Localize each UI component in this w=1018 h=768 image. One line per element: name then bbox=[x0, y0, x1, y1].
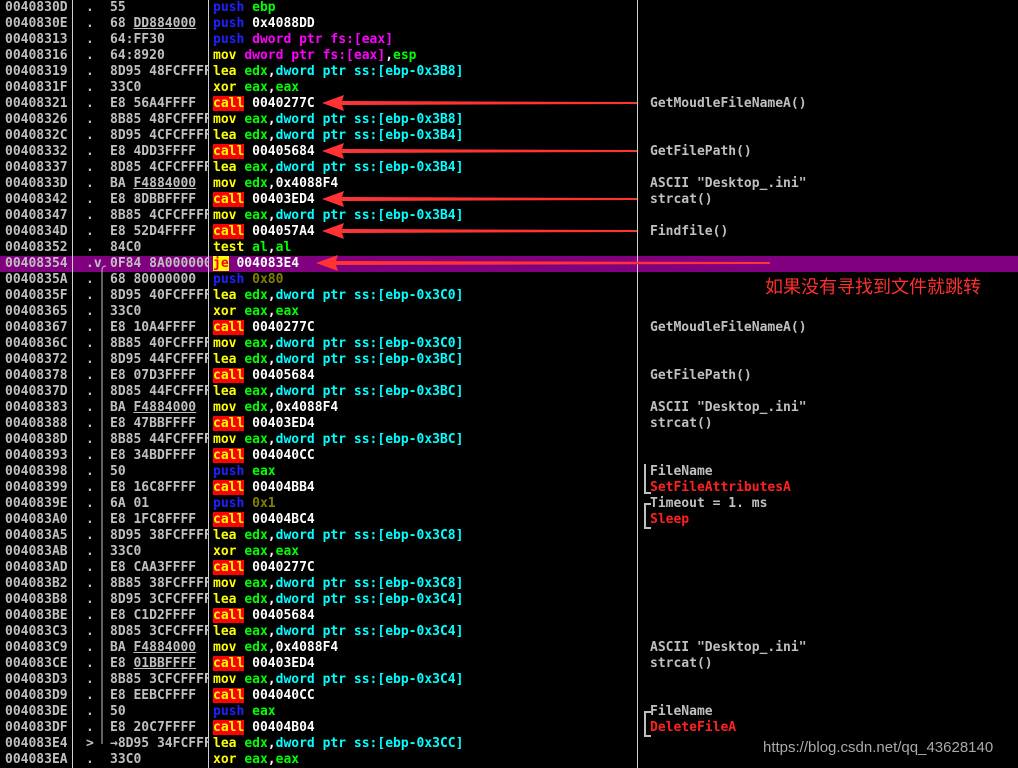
red-arrow bbox=[316, 255, 770, 271]
red-arrow bbox=[322, 223, 637, 239]
watermark: https://blog.csdn.net/qq_43628140 bbox=[763, 739, 994, 756]
red-arrow bbox=[322, 143, 637, 159]
annotation-overlay bbox=[101, 95, 770, 744]
red-arrow bbox=[322, 95, 637, 111]
annotation-text: 如果没有寻找到文件就跳转 bbox=[765, 277, 981, 298]
red-arrow bbox=[322, 191, 637, 207]
jump-line bbox=[101, 265, 107, 744]
